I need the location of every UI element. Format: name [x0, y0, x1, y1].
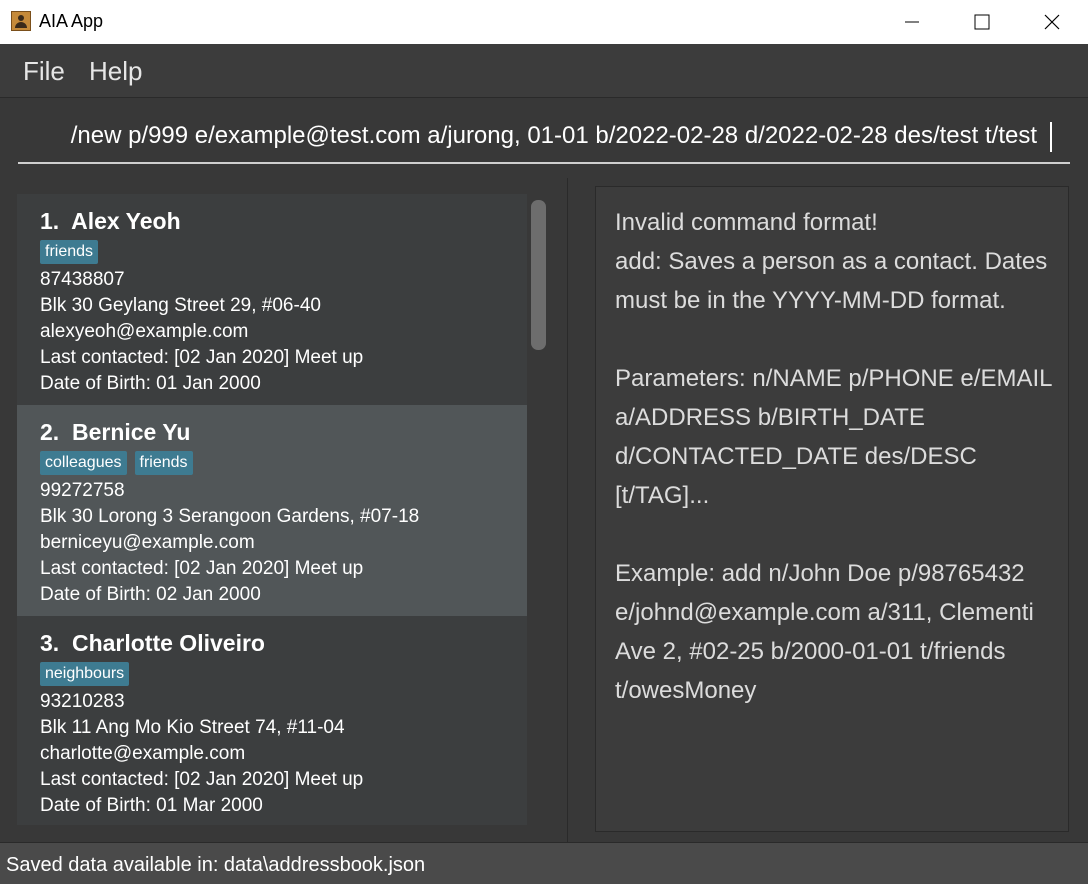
tag-list: friends — [40, 240, 99, 264]
person-email: alexyeoh@example.com — [40, 321, 249, 342]
close-button[interactable] — [1017, 0, 1087, 44]
person-phone: 99272758 — [40, 480, 125, 501]
person-email: berniceyu@example.com — [40, 532, 255, 553]
person-phone: 87438807 — [40, 269, 125, 290]
tag: friends — [40, 240, 99, 264]
person-card-selected[interactable]: 2. Bernice Yu colleagues friends 9927275… — [17, 405, 527, 616]
person-name: 2. Bernice Yu — [40, 419, 191, 445]
tag: friends — [134, 451, 193, 475]
command-input[interactable]: /new p/999 e/example@test.com a/jurong, … — [18, 112, 1070, 164]
result-display[interactable]: Invalid command format! add: Saves a per… — [595, 186, 1069, 832]
command-input-value: /new p/999 e/example@test.com a/jurong, … — [70, 122, 1037, 149]
minimize-button[interactable] — [877, 0, 947, 44]
person-birth-date: Date of Birth: 01 Jan 2000 — [40, 373, 261, 394]
person-last-contacted: Last contacted: [02 Jan 2020] Meet up — [40, 558, 364, 579]
tag: colleagues — [40, 451, 127, 475]
save-location-status: Saved data available in: data\addressboo… — [6, 854, 426, 876]
maximize-icon — [974, 14, 990, 30]
person-last-contacted: Last contacted: [02 Jan 2020] Meet up — [40, 347, 364, 368]
person-address: Blk 30 Lorong 3 Serangoon Gardens, #07-1… — [40, 506, 420, 527]
person-birth-date: Date of Birth: 02 Jan 2000 — [40, 584, 261, 605]
result-panel: Invalid command format! add: Saves a per… — [578, 178, 1088, 842]
person-last-contacted: Last contacted: [02 Jan 2020] Meet up — [40, 769, 364, 790]
person-list[interactable]: 1. Alex Yeoh friends 87438807 Blk 30 Gey… — [17, 194, 527, 825]
person-email: charlotte@example.com — [40, 743, 246, 764]
title-bar: AIA App — [0, 0, 1088, 44]
command-box: /new p/999 e/example@test.com a/jurong, … — [0, 98, 1088, 176]
maximize-button[interactable] — [947, 0, 1017, 44]
person-list-panel: 1. Alex Yeoh friends 87438807 Blk 30 Gey… — [0, 178, 568, 842]
minimize-icon — [905, 21, 919, 23]
person-card[interactable]: 3. Charlotte Oliveiro neighbours 9321028… — [17, 616, 527, 825]
menu-file[interactable]: File — [23, 56, 65, 87]
window-title: AIA App — [39, 11, 104, 31]
person-card[interactable]: 1. Alex Yeoh friends 87438807 Blk 30 Gey… — [17, 194, 527, 405]
person-birth-date: Date of Birth: 01 Mar 2000 — [40, 795, 263, 816]
tag: neighbours — [40, 662, 130, 686]
person-name: 1. Alex Yeoh — [40, 208, 181, 234]
menu-help[interactable]: Help — [89, 56, 142, 87]
tag-list: colleagues friends — [40, 451, 193, 475]
result-message: Invalid command format! add: Saves a per… — [615, 209, 1052, 704]
tag-list: neighbours — [40, 662, 130, 686]
person-address: Blk 11 Ang Mo Kio Street 74, #11-04 — [40, 717, 345, 738]
list-scrollbar[interactable] — [531, 200, 546, 350]
text-caret — [1050, 122, 1052, 152]
person-phone: 93210283 — [40, 691, 125, 712]
person-name: 3. Charlotte Oliveiro — [40, 630, 265, 656]
person-address: Blk 30 Geylang Street 29, #06-40 — [40, 295, 321, 316]
menu-bar: File Help — [0, 44, 1088, 98]
status-bar: Saved data available in: data\addressboo… — [0, 842, 1088, 884]
close-icon — [1044, 14, 1060, 30]
address-book-icon — [11, 11, 31, 31]
